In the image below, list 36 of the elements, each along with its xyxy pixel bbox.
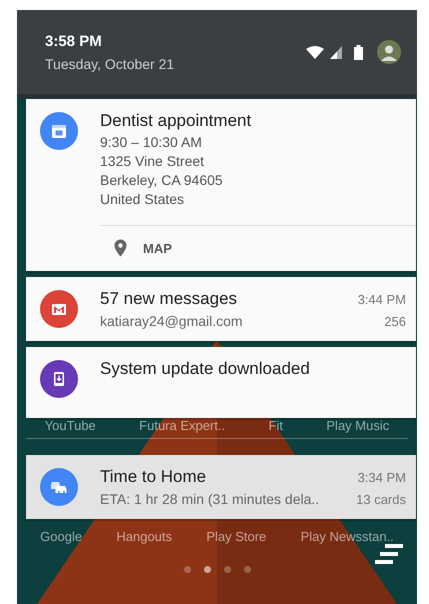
notification-count: 13 cards [356, 492, 406, 507]
app-label[interactable]: Hangouts [116, 529, 172, 544]
envelope-icon [51, 302, 67, 316]
date-label: Tuesday, October 21 [45, 56, 174, 72]
notification-subtitle: katiaray24@gmail.com [100, 312, 243, 331]
signal-icon [330, 46, 342, 58]
cars-icon [50, 479, 68, 495]
event-detail: 1325 Vine Street [100, 152, 206, 171]
app-label[interactable]: Google [40, 529, 82, 544]
dismiss-all-icon[interactable] [375, 544, 403, 566]
notification-card[interactable]: System update downloaded [26, 347, 416, 418]
calendar-icon [51, 123, 67, 139]
event-detail: Berkeley, CA 94605 [100, 171, 224, 190]
notification-time: 3:34 PM [358, 470, 406, 485]
avatar-icon[interactable] [377, 40, 401, 64]
clock-time: 3:58 PM [45, 32, 103, 50]
event-detail: United States [100, 190, 186, 209]
notification-card[interactable]: 57 new messages 3:44 PM katiaray24@gmail.com 256 [26, 277, 416, 341]
phone-download-icon [53, 371, 65, 387]
wifi-icon [306, 46, 324, 58]
map-action-button[interactable]: MAP [100, 225, 416, 271]
event-detail: 9:30 – 10:30 AM [100, 133, 203, 152]
notification-time: 3:44 PM [358, 292, 406, 307]
notification-count: 256 [384, 314, 406, 329]
app-label[interactable]: YouTube [44, 418, 96, 433]
notification-card[interactable]: Time to Home 3:34 PM ETA: 1 hr 28 min (31 minutes dela.. 13 cards [26, 455, 416, 519]
notification-subtitle: ETA: 1 hr 28 min (31 minutes dela.. [100, 490, 320, 509]
app-label[interactable]: Play Store [206, 529, 266, 544]
notification-title: System update downloaded [100, 359, 310, 379]
map-pin-icon [114, 239, 127, 257]
notification-title: 57 new messages [100, 289, 238, 309]
notification-title: Dentist appointment [100, 111, 252, 131]
notification-card[interactable]: Dentist appointment 9:30 – 10:30 AM 1325 Vine Street Berkeley, CA 94605 United States MAP [26, 99, 416, 271]
battery-icon [354, 44, 363, 60]
app-label[interactable]: Play Music [326, 418, 390, 433]
notification-title: Time to Home [100, 467, 206, 487]
